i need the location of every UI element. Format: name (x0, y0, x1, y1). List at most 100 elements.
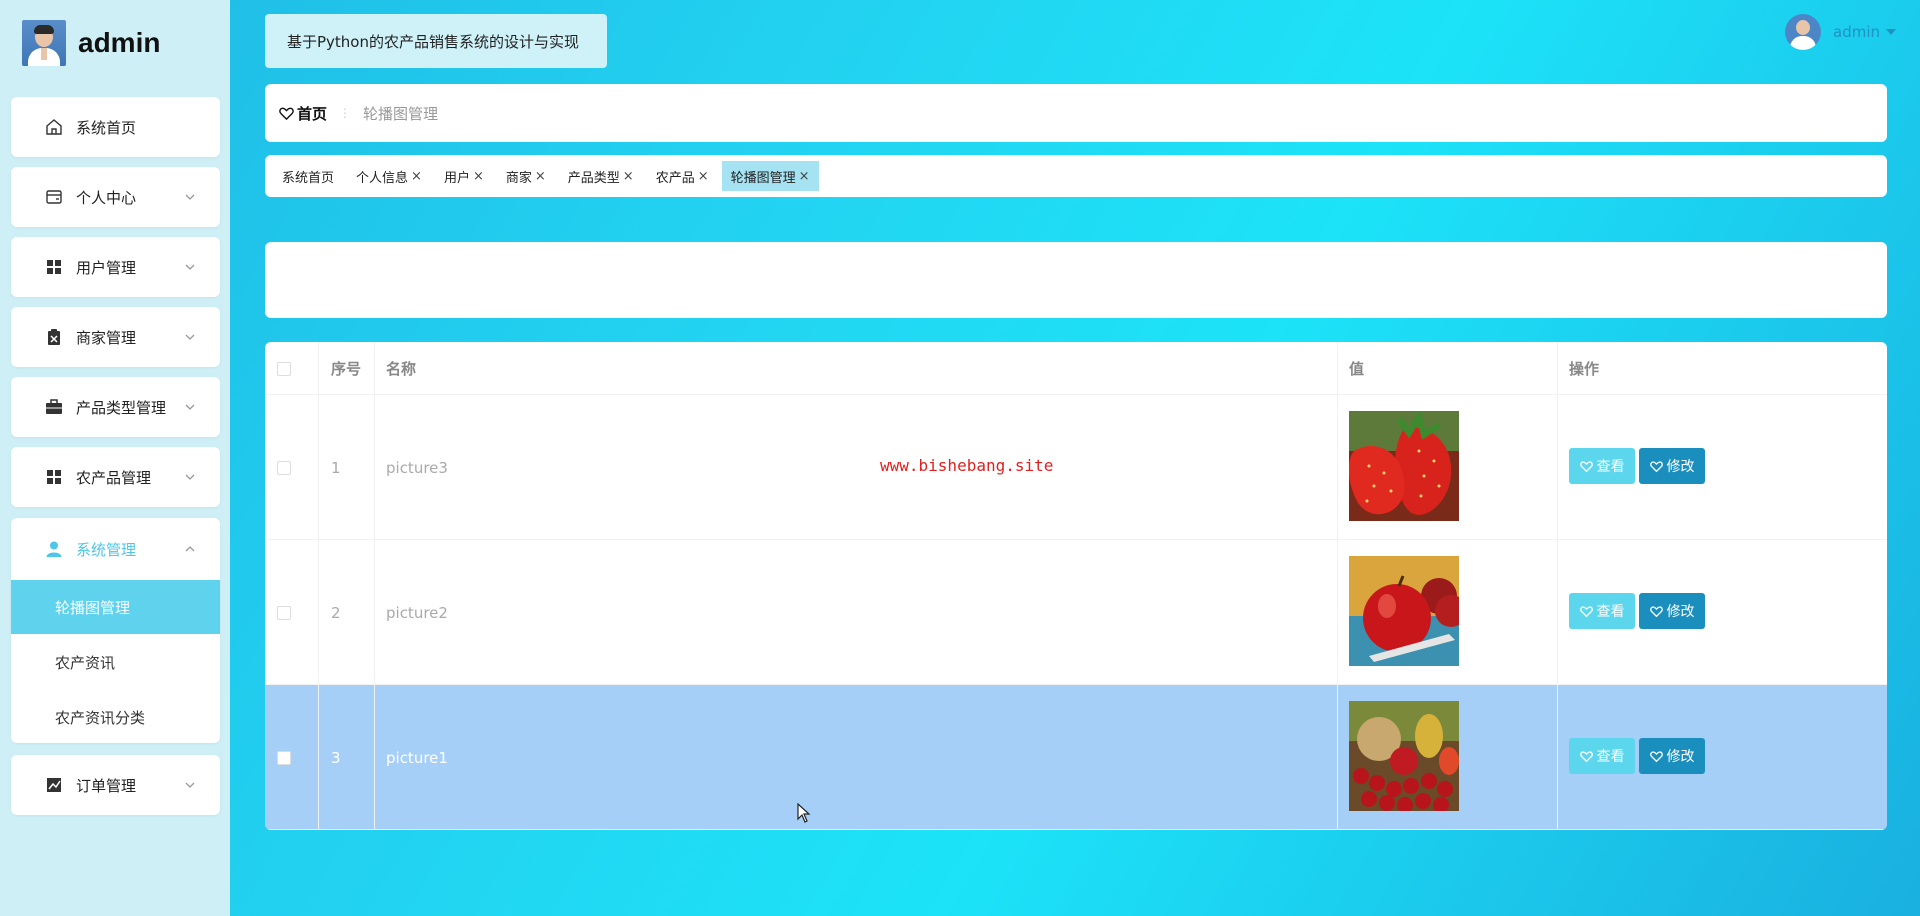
breadcrumb-home[interactable]: 首页 (279, 103, 327, 124)
apple-image (1349, 556, 1459, 666)
tag-label: 商家 (505, 170, 532, 186)
tag-agri-products[interactable]: 农产品 × (647, 161, 718, 191)
chevron-down-icon (185, 474, 195, 480)
sidebar-item-system-header[interactable]: 系统管理 (11, 518, 220, 580)
table-header: 序号 名称 值 操作 (265, 342, 1887, 395)
sidebar-item-label: 用户管理 (76, 258, 137, 277)
grid-icon (45, 258, 63, 276)
brand-name: admin (78, 27, 161, 58)
edit-button[interactable]: 修改 (1639, 448, 1705, 484)
tag-label: 轮播图管理 (730, 170, 796, 186)
sidebar-item-agri-products[interactable]: 农产品管理 (11, 447, 220, 507)
sidebar-item-label: 订单管理 (76, 776, 137, 795)
heart-icon (1649, 605, 1663, 617)
edit-button[interactable]: 修改 (1639, 593, 1705, 629)
column-header-index: 序号 (331, 360, 362, 378)
edit-button-label: 修改 (1666, 459, 1695, 475)
column-header-name: 名称 (386, 360, 417, 378)
user-avatar (1785, 14, 1821, 50)
heart-icon (1649, 460, 1663, 472)
column-divider (1557, 342, 1558, 830)
view-button-label: 查看 (1596, 749, 1625, 765)
user-menu[interactable]: admin (1785, 14, 1896, 50)
submenu-item-news-category[interactable]: 农产资讯分类 (11, 690, 220, 744)
sidebar-item-label: 农产品管理 (76, 468, 152, 487)
view-button[interactable]: 查看 (1569, 738, 1635, 774)
breadcrumb: 首页 ⋮ 轮播图管理 (265, 84, 1887, 142)
chevron-down-icon (185, 334, 195, 340)
tag-users[interactable]: 用户 × (435, 161, 493, 191)
column-header-value: 值 (1349, 360, 1365, 378)
tag-label: 个人信息 (356, 170, 409, 186)
sidebar-item-orders[interactable]: 订单管理 (11, 755, 220, 815)
close-icon[interactable]: × (799, 169, 810, 184)
brand: admin (22, 20, 160, 66)
tag-label: 农产品 (655, 170, 695, 186)
clipboard-icon (45, 328, 63, 346)
column-divider (374, 342, 375, 830)
grid-icon (45, 468, 63, 486)
row-name: picture3 (386, 458, 448, 477)
table-row[interactable]: 2 picture2 查看 修改 (265, 540, 1887, 685)
chart-icon (45, 776, 63, 794)
sidebar-item-merchants[interactable]: 商家管理 (11, 307, 220, 367)
tag-product-types[interactable]: 产品类型 × (559, 161, 643, 191)
row-checkbox[interactable] (277, 605, 291, 620)
sidebar-item-label: 系统首页 (76, 118, 137, 137)
row-index: 1 (331, 458, 341, 477)
sidebar-item-label: 商家管理 (76, 328, 137, 347)
view-button[interactable]: 查看 (1569, 593, 1635, 629)
briefcase-icon (45, 398, 63, 416)
tag-home[interactable]: 系统首页 (273, 161, 343, 191)
submenu-item-news[interactable]: 农产资讯 (11, 635, 220, 689)
select-all-checkbox[interactable] (277, 361, 291, 376)
edit-button[interactable]: 修改 (1639, 738, 1705, 774)
sidebar: admin 系统首页 个人中心 用户管理 商家管理 产品类型管理 农产品管理 系… (0, 0, 230, 916)
sidebar-item-users[interactable]: 用户管理 (11, 237, 220, 297)
tag-label: 产品类型 (567, 170, 620, 186)
close-icon[interactable]: × (623, 169, 634, 184)
strawberry-image (1349, 411, 1459, 521)
heart-icon (1579, 460, 1593, 472)
heart-icon (1579, 750, 1593, 762)
search-panel (265, 242, 1887, 318)
row-index: 3 (331, 748, 341, 767)
user-icon (45, 540, 63, 558)
tag-merchants[interactable]: 商家 × (497, 161, 555, 191)
row-checkbox[interactable] (277, 460, 291, 475)
tag-label: 系统首页 (282, 170, 335, 186)
column-divider (1337, 342, 1338, 830)
chevron-down-icon (185, 264, 195, 270)
sidebar-item-system: 系统管理 轮播图管理 农产资讯 农产资讯分类 (11, 518, 220, 743)
heart-icon (1579, 605, 1593, 617)
table-row[interactable]: 1 picture3 查看 修改 (265, 395, 1887, 540)
chevron-down-icon (185, 194, 195, 200)
close-icon[interactable]: × (698, 169, 709, 184)
edit-button-label: 修改 (1666, 604, 1695, 620)
submenu-item-carousel[interactable]: 轮播图管理 (11, 580, 220, 634)
row-checkbox[interactable] (277, 750, 291, 765)
table-row[interactable]: 3 picture1 查看 修改 (265, 685, 1887, 830)
mouse-cursor-icon (797, 803, 811, 823)
sidebar-item-home[interactable]: 系统首页 (11, 97, 220, 157)
edit-button-label: 修改 (1666, 749, 1695, 765)
view-button-label: 查看 (1596, 604, 1625, 620)
column-divider (318, 342, 319, 830)
tag-carousel[interactable]: 轮播图管理 × (721, 161, 819, 191)
user-name: admin (1833, 23, 1880, 41)
close-icon[interactable]: × (473, 169, 484, 184)
view-button[interactable]: 查看 (1569, 448, 1635, 484)
row-index: 2 (331, 603, 341, 622)
select-all-cell (277, 342, 291, 395)
sidebar-item-product-types[interactable]: 产品类型管理 (11, 377, 220, 437)
close-icon[interactable]: × (535, 169, 546, 184)
chevron-down-icon (185, 404, 195, 410)
home-icon (45, 118, 63, 136)
sidebar-item-label: 个人中心 (76, 188, 137, 207)
tag-profile[interactable]: 个人信息 × (347, 161, 431, 191)
tag-label: 用户 (443, 170, 470, 186)
sidebar-item-label: 系统管理 (76, 540, 137, 559)
chevron-down-icon (185, 782, 195, 788)
sidebar-item-profile[interactable]: 个人中心 (11, 167, 220, 227)
close-icon[interactable]: × (411, 169, 422, 184)
